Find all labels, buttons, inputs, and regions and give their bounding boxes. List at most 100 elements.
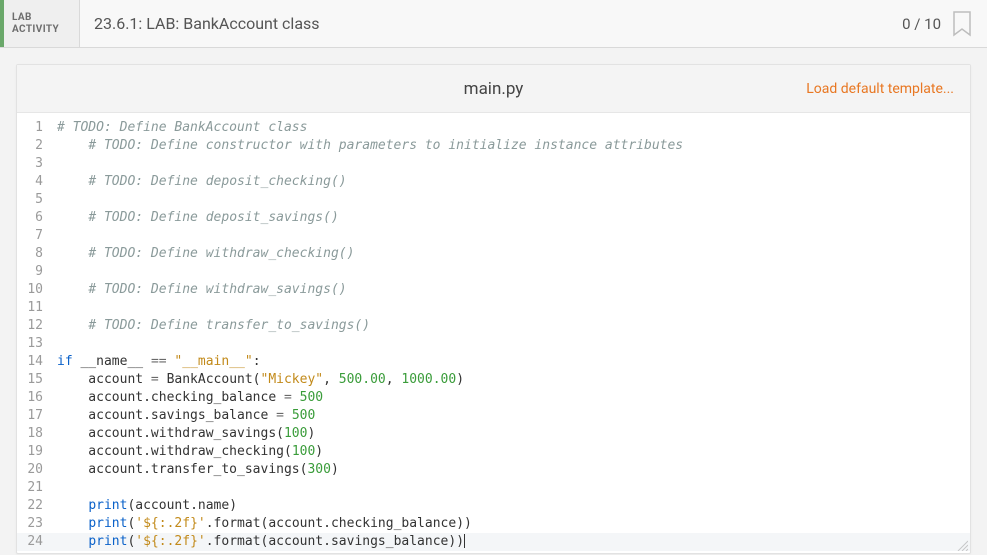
code-token: = [276,408,284,423]
code-line[interactable]: 13 [17,335,970,353]
line-number: 22 [17,497,53,515]
code-line[interactable]: 14if __name__ == "__main__": [17,353,970,371]
code-token: # TODO: Define constructor with paramete… [88,138,683,153]
code-line[interactable]: 8 # TODO: Define withdraw_checking() [17,245,970,263]
code-line[interactable]: 4 # TODO: Define deposit_checking() [17,173,970,191]
code-content[interactable]: print('${:.2f}'.format(account.savings_b… [53,533,970,551]
code-token [284,408,292,423]
code-content[interactable]: # TODO: Define deposit_checking() [53,173,970,191]
code-line[interactable]: 17 account.savings_balance = 500 [17,407,970,425]
code-content[interactable]: account.checking_balance = 500 [53,389,970,407]
code-line[interactable]: 24 print('${:.2f}'.format(account.saving… [17,533,970,551]
code-token [57,246,88,261]
line-number: 2 [17,137,53,155]
code-token: # TODO: Define transfer_to_savings() [88,318,370,333]
code-line[interactable]: 15 account = BankAccount("Mickey", 500.0… [17,371,970,389]
code-token [57,138,88,153]
line-number: 16 [17,389,53,407]
editor-card: main.py Load default template... 1 # TODO… [16,64,971,554]
code-token: account.withdraw_savings( [57,426,284,441]
code-content[interactable]: # TODO: Define withdraw_savings() [53,281,970,299]
resize-handle-icon[interactable] [956,539,968,551]
code-content[interactable]: print(account.name) [53,497,970,515]
code-token [57,210,88,225]
code-content[interactable]: # TODO: Define constructor with paramete… [53,137,970,155]
line-number: 13 [17,335,53,353]
line-number: 23 [17,515,53,533]
code-token: 100 [284,426,307,441]
code-token: == [151,354,167,369]
line-number: 12 [17,317,53,335]
code-content[interactable]: account.savings_balance = 500 [53,407,970,425]
code-content[interactable] [53,335,970,353]
code-line[interactable]: 16 account.checking_balance = 500 [17,389,970,407]
load-default-template-link[interactable]: Load default template... [806,81,954,97]
code-content[interactable]: # TODO: Define transfer_to_savings() [53,317,970,335]
code-token: print [88,534,127,549]
code-line[interactable]: 9 [17,263,970,281]
code-token [57,534,88,549]
code-token: print [88,516,127,531]
bookmark-icon[interactable] [951,10,973,38]
line-number: 9 [17,263,53,281]
code-token [292,390,300,405]
code-line[interactable]: 23 print('${:.2f}'.format(account.checki… [17,515,970,533]
code-content[interactable] [53,479,970,497]
code-line[interactable]: 18 account.withdraw_savings(100) [17,425,970,443]
code-token: ) [456,372,464,387]
code-line[interactable]: 12 # TODO: Define transfer_to_savings() [17,317,970,335]
code-editor[interactable]: 1 # TODO: Define BankAccount class 2 # TOD… [17,113,970,553]
line-number: 24 [17,533,53,551]
line-number: 4 [17,173,53,191]
line-number: 19 [17,443,53,461]
code-token [57,318,88,333]
line-number: 7 [17,227,53,245]
code-line[interactable]: 2 # TODO: Define constructor with parame… [17,137,970,155]
code-token: .format(account.savings_balance)) [206,534,464,549]
line-number: 6 [17,209,53,227]
code-line[interactable]: 6 # TODO: Define deposit_savings() [17,209,970,227]
code-token: ) [315,444,323,459]
code-content[interactable] [53,227,970,245]
code-content[interactable]: # TODO: Define BankAccount class [53,119,970,137]
code-token: account.savings_balance [57,408,276,423]
code-content[interactable]: account = BankAccount("Mickey", 500.00, … [53,371,970,389]
code-token: account.withdraw_checking( [57,444,292,459]
code-line[interactable]: 20 account.transfer_to_savings(300) [17,461,970,479]
code-line[interactable]: 10 # TODO: Define withdraw_savings() [17,281,970,299]
line-number: 11 [17,299,53,317]
line-number: 1 [17,119,53,137]
code-line[interactable]: 21 [17,479,970,497]
code-content[interactable]: account.withdraw_savings(100) [53,425,970,443]
line-number: 3 [17,155,53,173]
lab-header-bar: LAB ACTIVITY 23.6.1: LAB: BankAccount cl… [0,0,987,48]
code-token: print [88,498,127,513]
code-content[interactable]: # TODO: Define withdraw_checking() [53,245,970,263]
line-number: 10 [17,281,53,299]
code-content[interactable]: account.transfer_to_savings(300) [53,461,970,479]
code-content[interactable]: account.withdraw_checking(100) [53,443,970,461]
code-token: "Mickey" [261,372,324,387]
code-content[interactable] [53,191,970,209]
code-token: # TODO: Define BankAccount class [57,120,307,135]
code-line[interactable]: 22 print(account.name) [17,497,970,515]
code-content[interactable]: if __name__ == "__main__": [53,353,970,371]
text-cursor [464,534,465,548]
editor-header: main.py Load default template... [17,65,970,113]
code-token: # TODO: Define deposit_checking() [88,174,346,189]
code-line[interactable]: 19 account.withdraw_checking(100) [17,443,970,461]
code-content[interactable] [53,263,970,281]
code-line[interactable]: 5 [17,191,970,209]
code-token: # TODO: Define deposit_savings() [88,210,338,225]
code-line[interactable]: 1 # TODO: Define BankAccount class [17,119,970,137]
code-token: "__main__" [174,354,252,369]
code-line[interactable]: 3 [17,155,970,173]
code-content[interactable]: # TODO: Define deposit_savings() [53,209,970,227]
code-content[interactable]: print('${:.2f}'.format(account.checking_… [53,515,970,533]
code-content[interactable] [53,155,970,173]
code-line[interactable]: 7 [17,227,970,245]
line-number: 17 [17,407,53,425]
code-content[interactable] [53,299,970,317]
code-line[interactable]: 11 [17,299,970,317]
code-token: BankAccount( [159,372,261,387]
